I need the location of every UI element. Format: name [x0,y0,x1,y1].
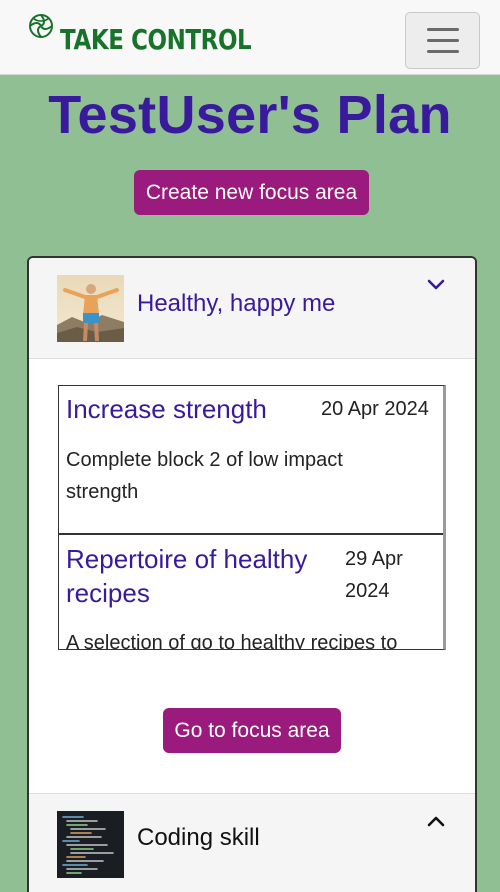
focus-area-image [57,275,124,342]
go-to-focus-area-button[interactable]: Go to focus area [163,708,341,753]
focus-area-header[interactable]: Healthy, happy me [29,258,475,359]
focus-area-accordion: Healthy, happy me Increase strength 20 A… [27,256,477,892]
goal-title-line-2: recipes [66,578,150,608]
goal-date-line-2: 2024 [345,580,390,602]
focus-area-label: Healthy, happy me [137,290,336,317]
page-title: TestUser's Plan [48,85,452,145]
chevron-up-icon[interactable] [427,814,445,828]
hamburger-menu-button[interactable] [405,12,480,69]
chevron-down-icon[interactable] [427,278,445,292]
brand-logo-icon [29,14,53,38]
goals-list[interactable]: Increase strength 20 Apr 2024 Complete b… [58,385,446,650]
focus-area-image [57,811,124,878]
focus-area-label: Coding skill [137,824,260,851]
navbar: TAKE CONTROL [0,0,500,75]
brand-name: TAKE CONTROL [60,23,252,56]
hamburger-menu-icon [426,28,459,31]
focus-area-header[interactable]: Coding skill [29,793,475,892]
create-focus-area-button[interactable]: Create new focus area [134,170,369,215]
goal-description: Complete block 2 of low impact strength [66,449,343,503]
goal-title-line-1: Repertoire of healthy [66,544,308,574]
goal-description: A selection of go to healthy recipes to [66,632,398,650]
goal-date: 20 Apr 2024 [321,398,429,420]
goal-date-line-1: 29 Apr [345,548,403,570]
goal-card[interactable]: Repertoire of healthy recipes 29 Apr 202… [59,536,443,650]
goal-title: Increase strength [66,394,267,424]
goal-card[interactable]: Increase strength 20 Apr 2024 Complete b… [59,386,443,535]
